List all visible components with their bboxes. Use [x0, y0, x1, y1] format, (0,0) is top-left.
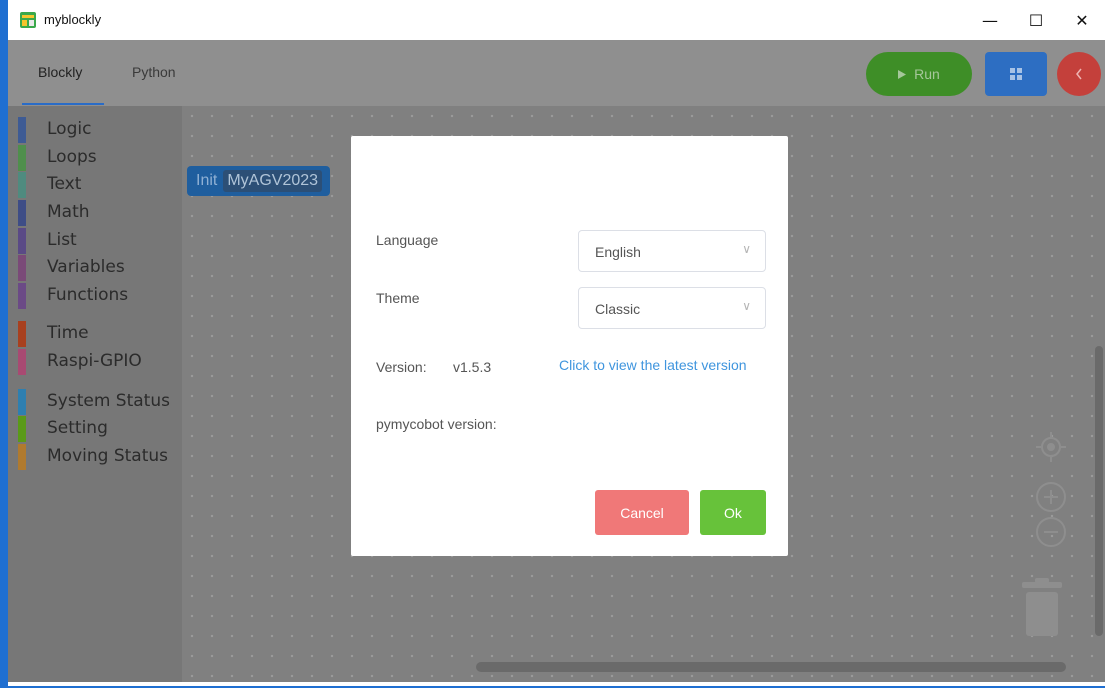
category-color-swatch — [18, 200, 26, 226]
category-label: System Status — [47, 391, 170, 411]
app-icon — [20, 12, 36, 28]
code-view-button[interactable] — [985, 52, 1047, 96]
category-label: Loops — [47, 147, 97, 167]
category-logic[interactable]: Logic — [8, 116, 182, 143]
category-system-status[interactable]: System Status — [8, 388, 182, 415]
settings-dialog: Language English ∨ Theme Classic ∨ Versi… — [351, 136, 788, 556]
category-color-swatch — [18, 349, 26, 375]
chevron-down-icon: ∨ — [742, 299, 751, 313]
category-color-swatch — [18, 321, 26, 347]
category-label: Setting — [47, 418, 108, 438]
minimize-button[interactable]: — — [967, 0, 1013, 40]
category-color-swatch — [18, 172, 26, 198]
language-select-value: English — [595, 244, 641, 260]
window-bottom-edge — [8, 682, 1105, 686]
window-title: myblockly — [44, 12, 102, 27]
theme-select[interactable]: Classic ∨ — [578, 287, 766, 329]
block-field-dropdown[interactable]: MyAGV2023 — [223, 170, 323, 192]
category-text[interactable]: Text — [8, 171, 182, 198]
theme-label: Theme — [376, 290, 420, 306]
category-list[interactable]: List — [8, 227, 182, 254]
category-color-swatch — [18, 255, 26, 281]
category-color-swatch — [18, 228, 26, 254]
tab-python[interactable]: Python — [132, 64, 176, 80]
play-icon — [898, 69, 907, 79]
category-label: Text — [47, 174, 82, 194]
language-select[interactable]: English ∨ — [578, 230, 766, 272]
category-time[interactable]: Time — [8, 320, 182, 347]
category-color-swatch — [18, 444, 26, 470]
language-label: Language — [376, 232, 439, 248]
pymycobot-version-label: pymycobot version: — [376, 416, 497, 432]
block-label: Init — [196, 172, 218, 189]
version-value: v1.5.3 — [453, 359, 492, 375]
chevron-down-icon: ∨ — [742, 242, 751, 256]
chevron-left-icon — [1076, 68, 1082, 80]
category-math[interactable]: Math — [8, 199, 182, 226]
category-color-swatch — [18, 416, 26, 442]
category-label: Math — [47, 202, 90, 222]
maximize-button[interactable]: ☐ — [1013, 0, 1059, 40]
app-window: myblockly — ☐ ✕ Blockly Python Run Logic… — [8, 0, 1105, 686]
category-label: Logic — [47, 119, 92, 139]
title-bar: myblockly — ☐ ✕ — [8, 0, 1105, 40]
run-button-label: Run — [914, 66, 940, 82]
zoom-in-icon[interactable] — [1034, 480, 1068, 514]
vertical-scrollbar[interactable] — [1095, 346, 1103, 636]
trash-icon[interactable] — [1018, 576, 1066, 640]
category-label: Time — [47, 323, 89, 343]
tab-blockly[interactable]: Blockly — [38, 64, 82, 80]
init-block[interactable]: Init MyAGV2023 — [187, 166, 331, 196]
category-color-swatch — [18, 145, 26, 171]
recenter-icon[interactable] — [1034, 430, 1068, 464]
zoom-out-icon[interactable] — [1034, 515, 1068, 549]
category-loops[interactable]: Loops — [8, 144, 182, 171]
version-label: Version: — [376, 359, 427, 375]
theme-select-value: Classic — [595, 301, 641, 317]
category-label: Raspi-GPIO — [47, 351, 142, 371]
category-label: List — [47, 230, 77, 250]
category-label: Variables — [47, 257, 125, 277]
close-window-button[interactable]: ✕ — [1059, 0, 1105, 40]
category-moving-status[interactable]: Moving Status — [8, 443, 182, 470]
category-raspi-gpio[interactable]: Raspi-GPIO — [8, 348, 182, 375]
category-color-swatch — [18, 117, 26, 143]
category-color-swatch — [18, 283, 26, 309]
category-label: Moving Status — [47, 446, 168, 466]
ok-button[interactable]: Ok — [700, 490, 766, 535]
toolbox-sidebar: Logic Loops Text Math List Variables Fun… — [8, 106, 182, 682]
category-label: Functions — [47, 285, 129, 305]
category-functions[interactable]: Functions — [8, 282, 182, 309]
latest-version-link[interactable]: Click to view the latest version — [559, 357, 747, 373]
category-color-swatch — [18, 389, 26, 415]
run-button[interactable]: Run — [866, 52, 972, 96]
cancel-button[interactable]: Cancel — [595, 490, 689, 535]
horizontal-scrollbar[interactable] — [476, 662, 1066, 672]
category-variables[interactable]: Variables — [8, 254, 182, 281]
back-button[interactable] — [1057, 52, 1101, 96]
active-tab-indicator — [22, 103, 104, 105]
category-setting[interactable]: Setting — [8, 415, 182, 442]
grid-icon — [1010, 68, 1022, 80]
